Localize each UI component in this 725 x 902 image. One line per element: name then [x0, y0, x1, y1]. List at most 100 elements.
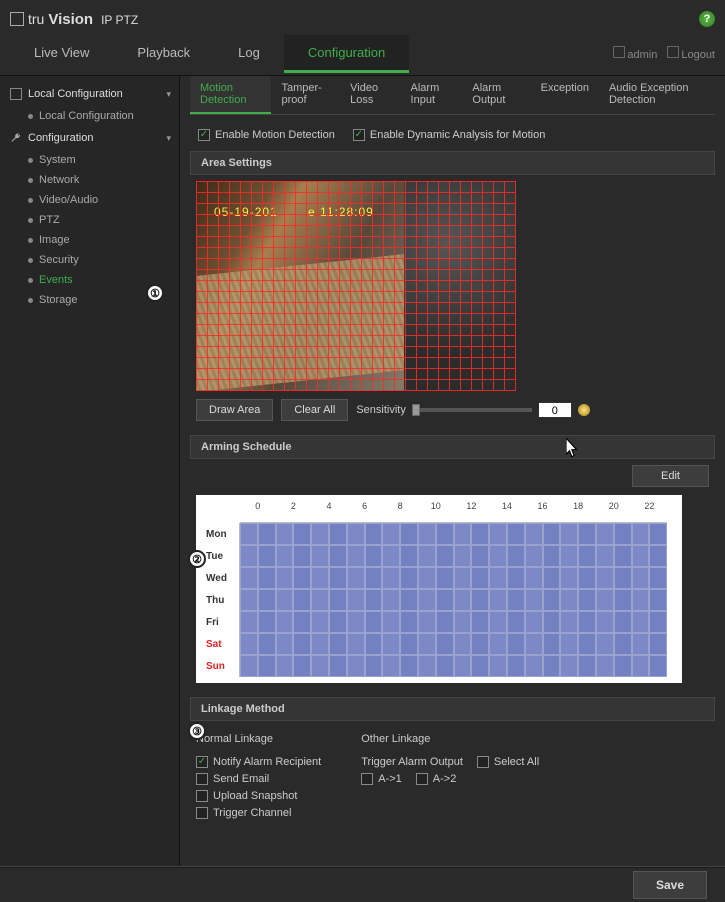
schedule-cell[interactable] — [311, 655, 329, 677]
schedule-cell[interactable] — [507, 655, 525, 677]
schedule-cell[interactable] — [400, 523, 418, 545]
schedule-cell[interactable] — [560, 611, 578, 633]
schedule-cell[interactable] — [543, 633, 561, 655]
schedule-cell[interactable] — [525, 633, 543, 655]
schedule-cell[interactable] — [382, 567, 400, 589]
schedule-cell[interactable] — [649, 611, 667, 633]
sidebar-item-network[interactable]: Network — [0, 170, 179, 190]
schedule-cell[interactable] — [382, 523, 400, 545]
schedule-cell[interactable] — [471, 567, 489, 589]
schedule-cell[interactable] — [596, 589, 614, 611]
schedule-cell[interactable] — [258, 611, 276, 633]
schedule-cell[interactable] — [578, 523, 596, 545]
help-icon[interactable]: ? — [699, 11, 715, 27]
schedule-cell[interactable] — [596, 655, 614, 677]
schedule-cell[interactable] — [347, 523, 365, 545]
schedule-cell[interactable] — [471, 633, 489, 655]
schedule-cell[interactable] — [436, 523, 454, 545]
schedule-cell[interactable] — [240, 523, 258, 545]
schedule-cell[interactable] — [382, 611, 400, 633]
upload-snapshot-checkbox[interactable]: Upload Snapshot — [196, 790, 321, 802]
schedule-cell[interactable] — [258, 567, 276, 589]
schedule-cell[interactable] — [543, 567, 561, 589]
schedule-cell[interactable] — [347, 633, 365, 655]
save-button[interactable]: Save — [633, 871, 707, 899]
schedule-cell[interactable] — [276, 545, 294, 567]
schedule-cell[interactable] — [436, 567, 454, 589]
schedule-cell[interactable] — [400, 655, 418, 677]
edit-schedule-button[interactable]: Edit — [632, 465, 709, 487]
schedule-cell[interactable] — [311, 589, 329, 611]
sidebar-item-video-audio[interactable]: Video/Audio — [0, 190, 179, 210]
schedule-cell[interactable] — [293, 611, 311, 633]
schedule-cell[interactable] — [454, 589, 472, 611]
schedule-cell[interactable] — [276, 523, 294, 545]
sidebar-item-system[interactable]: System — [0, 150, 179, 170]
schedule-cell[interactable] — [632, 545, 650, 567]
schedule-cell[interactable] — [578, 633, 596, 655]
schedule-cell[interactable] — [632, 567, 650, 589]
schedule-cell[interactable] — [418, 545, 436, 567]
schedule-cell[interactable] — [258, 655, 276, 677]
schedule-cell[interactable] — [276, 655, 294, 677]
schedule-cell[interactable] — [258, 523, 276, 545]
schedule-cell[interactable] — [347, 567, 365, 589]
subtab-video-loss[interactable]: Video Loss — [340, 76, 400, 114]
sidebar-group-local[interactable]: Local Configuration ▾ — [0, 82, 179, 106]
tab-log[interactable]: Log — [214, 35, 284, 73]
schedule-cell[interactable] — [525, 589, 543, 611]
schedule-cell[interactable] — [578, 567, 596, 589]
schedule-cell[interactable] — [329, 589, 347, 611]
sidebar-item-local-configuration[interactable]: Local Configuration — [0, 106, 179, 126]
schedule-cell[interactable] — [454, 567, 472, 589]
schedule-cell[interactable] — [596, 567, 614, 589]
logout-link[interactable]: Logout — [667, 46, 715, 61]
schedule-cell[interactable] — [347, 611, 365, 633]
sidebar-item-ptz[interactable]: PTZ — [0, 210, 179, 230]
schedule-cell[interactable] — [382, 589, 400, 611]
schedule-cell[interactable] — [471, 611, 489, 633]
schedule-cell[interactable] — [240, 545, 258, 567]
send-email-checkbox[interactable]: Send Email — [196, 773, 321, 785]
schedule-cell[interactable] — [240, 655, 258, 677]
trigger-channel-checkbox[interactable]: Trigger Channel — [196, 807, 321, 819]
schedule-cell[interactable] — [560, 589, 578, 611]
schedule-cell[interactable] — [489, 567, 507, 589]
schedule-cell[interactable] — [525, 611, 543, 633]
sidebar-group-configuration[interactable]: Configuration ▾ — [0, 126, 179, 150]
user-link[interactable]: admin — [613, 46, 657, 61]
schedule-cell[interactable] — [365, 633, 383, 655]
schedule-cell[interactable] — [365, 545, 383, 567]
schedule-cell[interactable] — [560, 655, 578, 677]
schedule-cell[interactable] — [649, 545, 667, 567]
schedule-cell[interactable] — [614, 633, 632, 655]
schedule-cell[interactable] — [649, 567, 667, 589]
schedule-cell[interactable] — [489, 545, 507, 567]
schedule-cell[interactable] — [632, 611, 650, 633]
schedule-cell[interactable] — [632, 523, 650, 545]
alarm-output-a1-checkbox[interactable]: A->1 — [361, 773, 402, 785]
schedule-cell[interactable] — [400, 589, 418, 611]
enable-motion-checkbox[interactable]: Enable Motion Detection — [198, 129, 335, 141]
schedule-cell[interactable] — [507, 633, 525, 655]
schedule-cell[interactable] — [578, 611, 596, 633]
schedule-cell[interactable] — [454, 523, 472, 545]
schedule-cell[interactable] — [471, 523, 489, 545]
schedule-cell[interactable] — [596, 523, 614, 545]
schedule-cell[interactable] — [489, 523, 507, 545]
schedule-cell[interactable] — [311, 523, 329, 545]
subtab-motion-detection[interactable]: Motion Detection — [190, 76, 271, 114]
schedule-cell[interactable] — [649, 589, 667, 611]
schedule-cell[interactable] — [311, 611, 329, 633]
subtab-tamper-proof[interactable]: Tamper-proof — [271, 76, 340, 114]
schedule-cell[interactable] — [454, 545, 472, 567]
schedule-cell[interactable] — [382, 655, 400, 677]
schedule-cell[interactable] — [329, 633, 347, 655]
schedule-cell[interactable] — [649, 523, 667, 545]
schedule-cell[interactable] — [560, 633, 578, 655]
schedule-cell[interactable] — [276, 567, 294, 589]
tab-live-view[interactable]: Live View — [10, 35, 113, 73]
schedule-cell[interactable] — [240, 633, 258, 655]
schedule-cell[interactable] — [311, 567, 329, 589]
schedule-cell[interactable] — [507, 567, 525, 589]
